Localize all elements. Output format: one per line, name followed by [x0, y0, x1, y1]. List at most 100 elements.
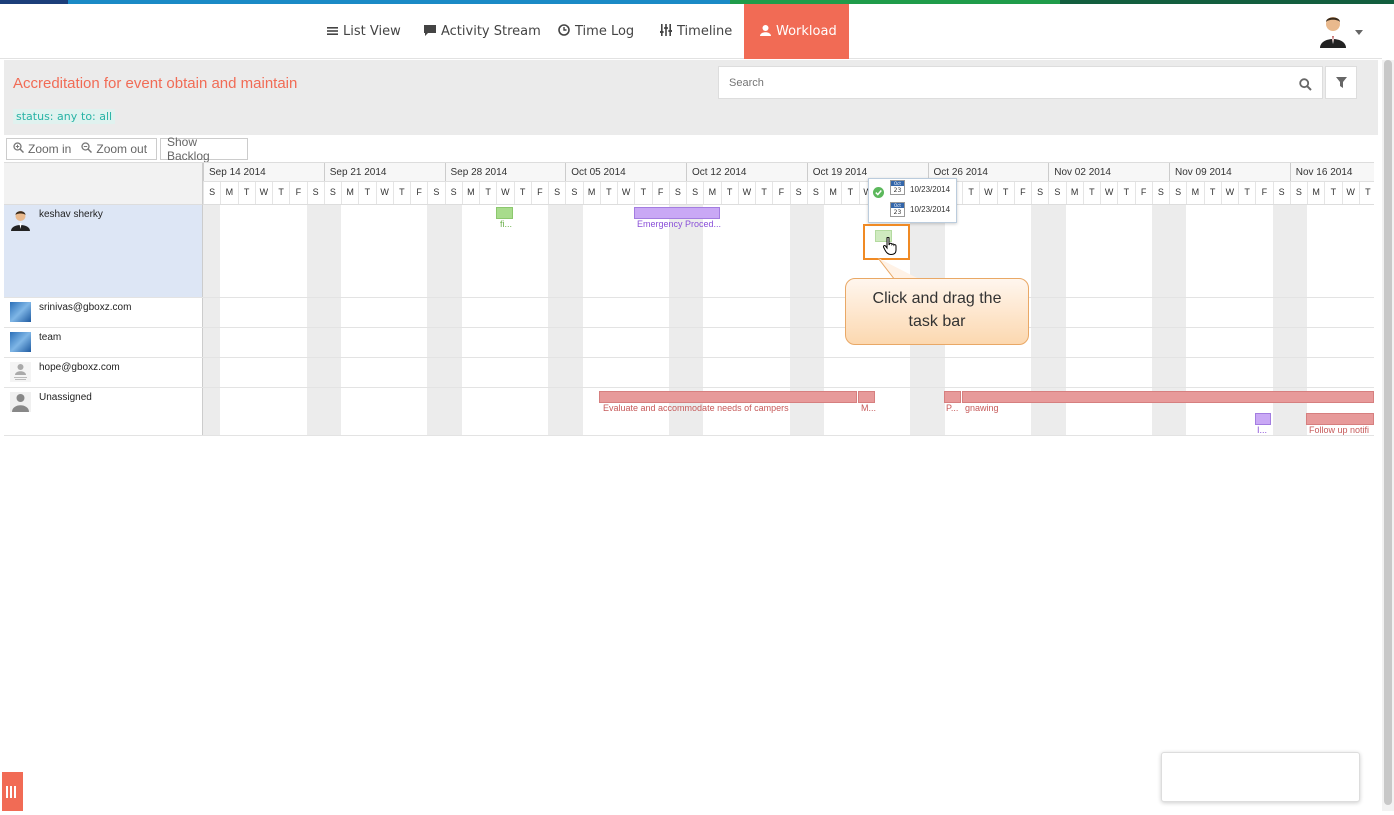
day-header-cell: F	[1255, 182, 1272, 204]
task-bar[interactable]	[599, 391, 857, 403]
weekend-shade	[1169, 205, 1187, 297]
tab-time-log[interactable]: Time Log	[558, 4, 634, 59]
weekend-shade	[789, 205, 807, 297]
weekend-shade	[1048, 298, 1066, 327]
page-header: Accreditation for event obtain and maint…	[4, 60, 1378, 135]
weekend-shade	[444, 328, 462, 357]
day-header-cell: S	[806, 182, 824, 204]
search-icon[interactable]	[1299, 76, 1312, 95]
weekend-shade	[323, 358, 341, 387]
weekend-shade	[203, 358, 221, 387]
filter-icon	[1335, 73, 1347, 92]
weekend-shade	[1272, 298, 1290, 327]
weekend-shade	[444, 358, 462, 387]
weekend-shade	[1272, 358, 1290, 387]
weekend-shade	[668, 328, 686, 357]
weekend-shade	[686, 328, 704, 357]
sliders-icon	[660, 24, 672, 39]
weekend-shade	[203, 298, 221, 327]
day-header-cell: W	[979, 182, 996, 204]
side-drawer-tab[interactable]	[2, 772, 23, 811]
resource-cell[interactable]: team	[4, 328, 203, 357]
task-bar[interactable]	[634, 207, 720, 219]
weekend-shade	[323, 388, 341, 435]
gantt-toolbar: Zoom in Zoom out Show Backlog	[4, 135, 1378, 163]
weekend-shade	[306, 358, 324, 387]
weekend-shade	[1048, 358, 1066, 387]
check-circle-icon	[873, 183, 884, 202]
day-header-cell: M	[1307, 182, 1324, 204]
chevron-down-icon[interactable]	[1355, 30, 1363, 35]
weekend-shade	[910, 358, 928, 387]
day-header-cell: F	[651, 182, 669, 204]
resource-column-header	[4, 163, 203, 205]
resource-name: hope@gboxz.com	[39, 362, 120, 373]
weekend-shade	[203, 328, 221, 357]
day-header-cell: S	[1169, 182, 1186, 204]
week-header-cell: Nov 02 2014	[1048, 163, 1169, 181]
resource-name: keshav sherky	[39, 209, 103, 220]
show-backlog-button[interactable]: Show Backlog	[160, 135, 248, 163]
list-icon	[327, 25, 338, 39]
weekend-shade	[806, 205, 824, 297]
day-header-cell: F	[1134, 182, 1152, 204]
zoom-in-button[interactable]: Zoom in	[7, 142, 71, 156]
resource-row-team: team	[4, 328, 1374, 358]
tab-activity-stream[interactable]: Activity Stream	[424, 4, 541, 59]
weekend-shade	[686, 358, 704, 387]
tab-label: Workload	[776, 24, 837, 39]
day-header-cell: T	[392, 182, 410, 204]
weekend-shade	[565, 358, 583, 387]
day-header-cell: M	[1065, 182, 1083, 204]
weekend-shade	[1031, 328, 1049, 357]
resource-name: srinivas@gboxz.com	[39, 302, 132, 313]
task-bar[interactable]	[1255, 413, 1271, 425]
resource-cell[interactable]: srinivas@gboxz.com	[4, 298, 203, 327]
task-bar[interactable]	[858, 391, 875, 403]
day-header-cell: M	[1186, 182, 1203, 204]
day-header-cell: W	[1341, 182, 1359, 204]
tab-workload[interactable]: Workload	[744, 4, 849, 59]
filter-button[interactable]	[1325, 66, 1357, 99]
resource-timeline	[203, 205, 1374, 297]
tab-timeline[interactable]: Timeline	[660, 4, 732, 59]
search-input[interactable]	[719, 67, 1279, 98]
weekend-shade	[789, 328, 807, 357]
weekend-shade	[203, 205, 221, 297]
filter-to-chip[interactable]: to: all	[78, 109, 116, 124]
task-bar[interactable]	[944, 391, 961, 403]
scrollbar-thumb[interactable]	[1384, 60, 1392, 805]
day-header-cell: M	[341, 182, 358, 204]
day-header-row: SMTWTFSSMTWTFSSMTWTFSSMTWTFSSMTWTFSSMTWT…	[203, 182, 1374, 205]
weekend-shade	[444, 298, 462, 327]
filter-status-chip[interactable]: status: any	[13, 109, 81, 124]
user-avatar[interactable]	[1318, 14, 1348, 48]
resource-cell[interactable]: keshav sherky	[4, 205, 203, 297]
weekend-shade	[1169, 358, 1187, 387]
weekend-shade	[668, 358, 686, 387]
task-bar[interactable]	[962, 391, 1374, 403]
weekend-shade	[548, 328, 566, 357]
day-header-cell: M	[220, 182, 237, 204]
tab-list-view[interactable]: List View	[327, 4, 401, 59]
day-header-cell: M	[582, 182, 600, 204]
week-header-row: Sep 14 2014 Sep 21 2014 Sep 28 2014 Oct 05 …	[203, 163, 1374, 182]
resource-timeline	[203, 298, 1374, 327]
task-bar[interactable]	[496, 207, 513, 219]
resource-cell[interactable]: hope@gboxz.com	[4, 358, 203, 387]
weekend-shade	[1048, 328, 1066, 357]
day-header-cell: W	[737, 182, 755, 204]
weekend-shade	[323, 298, 341, 327]
day-header-cell: T	[1358, 182, 1374, 204]
weekend-shade	[1272, 205, 1290, 297]
day-header-cell: W	[254, 182, 272, 204]
day-header-cell: T	[272, 182, 289, 204]
day-header-cell: S	[1272, 182, 1290, 204]
zoom-out-button[interactable]: Zoom out	[71, 142, 147, 156]
zoom-controls: Zoom in Zoom out	[6, 138, 157, 160]
page-scrollbar[interactable]	[1382, 60, 1394, 811]
day-header-cell: S	[306, 182, 324, 204]
resource-cell[interactable]: Unassigned	[4, 388, 203, 435]
weekend-shade	[565, 328, 583, 357]
task-bar[interactable]	[1306, 413, 1374, 425]
